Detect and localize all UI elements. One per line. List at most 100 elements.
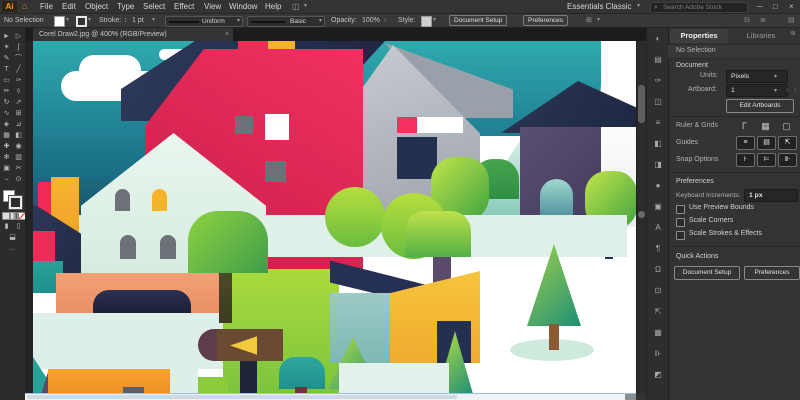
glyphs-panel-icon[interactable]: Ω xyxy=(647,265,669,274)
horizontal-scrollbar[interactable] xyxy=(25,393,636,400)
artboards-panel-icon[interactable]: ▦ xyxy=(647,328,669,337)
scale-corners-checkbox[interactable] xyxy=(676,218,685,227)
workspace-switcher-icon[interactable]: ◫ xyxy=(292,0,300,13)
panel-menu-icon[interactable]: ≣ xyxy=(790,29,796,37)
close-button[interactable]: × xyxy=(789,0,794,13)
graphic-styles-panel-icon[interactable]: ▣ xyxy=(647,202,669,211)
color-mode-button[interactable] xyxy=(2,212,10,220)
brush-dropdown[interactable]: Basic ▾ xyxy=(247,16,325,27)
prev-artboard-icon[interactable]: ‹ xyxy=(786,85,789,94)
column-graph-tool-icon[interactable]: ▥ xyxy=(13,153,24,163)
shape-builder-tool-icon[interactable]: ◈ xyxy=(1,120,12,130)
preferences-button[interactable]: Preferences xyxy=(523,15,568,26)
qa-preferences-button[interactable]: Preferences xyxy=(744,266,800,280)
align-panel-icon[interactable]: ⊪ xyxy=(647,349,669,358)
style-swatch[interactable] xyxy=(421,16,432,27)
rectangle-tool-icon[interactable]: ▭ xyxy=(1,76,12,86)
character-panel-icon[interactable]: A xyxy=(647,223,669,232)
menu-type[interactable]: Type xyxy=(117,0,134,13)
angle-right-icon[interactable]: › xyxy=(384,14,386,27)
hand-tool-icon[interactable]: ⌣ xyxy=(1,175,12,185)
width-tool-icon[interactable]: ∿ xyxy=(1,109,12,119)
menu-view[interactable]: View xyxy=(204,0,221,13)
chevron-down-icon[interactable]: ▾ xyxy=(597,14,600,27)
stroke-color-proxy[interactable] xyxy=(9,196,22,209)
show-grid-icon[interactable]: ▦ xyxy=(757,120,774,132)
snap-guides-icon[interactable]: ⇱ xyxy=(778,136,797,150)
scale-tool-icon[interactable]: ⇗ xyxy=(13,98,24,108)
stroke-panel-icon[interactable]: ≡ xyxy=(647,118,669,127)
selection-tool-icon[interactable]: ► xyxy=(1,32,12,42)
artboard-select[interactable]: 1 xyxy=(726,84,788,97)
slice-tool-icon[interactable]: ✂ xyxy=(13,164,24,174)
docking-icon[interactable]: ▤ xyxy=(788,14,795,27)
color-panel-icon[interactable]: ◐ xyxy=(647,34,669,43)
search-input[interactable]: ⌕ Search Adobe Stock xyxy=(650,2,748,13)
qa-document-setup-button[interactable]: Document Setup xyxy=(674,266,740,280)
tab-close-icon[interactable]: × xyxy=(225,28,229,41)
snap-to-grid-icon[interactable]: ▢ xyxy=(778,120,795,132)
arrange-icon[interactable]: ⊞ xyxy=(586,14,592,27)
touch-workspace-icon[interactable]: ⊟ xyxy=(744,14,750,27)
keyboard-increments-input[interactable]: 1 px xyxy=(744,189,798,202)
symbol-sprayer-tool-icon[interactable]: ✻ xyxy=(1,153,12,163)
pen-tool-icon[interactable]: ✎ xyxy=(1,54,12,64)
menu-help[interactable]: Help xyxy=(265,0,281,13)
zoom-tool-icon[interactable]: ⊙ xyxy=(13,175,24,185)
brushes-panel-icon[interactable]: ✑ xyxy=(647,76,669,85)
use-preview-bounds-checkbox[interactable] xyxy=(676,205,685,214)
lasso-tool-icon[interactable]: ʃ xyxy=(13,43,24,53)
menu-file[interactable]: File xyxy=(40,0,53,13)
eyedropper-tool-icon[interactable]: ✚ xyxy=(1,142,12,152)
chevron-down-icon[interactable]: ▾ xyxy=(152,14,155,27)
chevron-down-icon[interactable]: ▾ xyxy=(433,14,436,27)
tab-libraries[interactable]: Libraries xyxy=(736,29,786,43)
show-rulers-icon[interactable]: Γ xyxy=(736,120,753,132)
gradient-tool-icon[interactable]: ◧ xyxy=(13,131,24,141)
asset-export-panel-icon[interactable]: ⇱ xyxy=(647,307,669,316)
paragraph-panel-icon[interactable]: ¶ xyxy=(647,244,669,253)
pencil-tool-icon[interactable]: ✏ xyxy=(1,87,12,97)
minimize-button[interactable]: ─ xyxy=(757,0,763,13)
menu-edit[interactable]: Edit xyxy=(62,0,76,13)
snap-to-pixel-icon[interactable]: ⊦ xyxy=(736,153,755,167)
menu-object[interactable]: Object xyxy=(85,0,108,13)
panel-menu-icon[interactable]: ≣ xyxy=(760,14,766,27)
mesh-tool-icon[interactable]: ▦ xyxy=(1,131,12,141)
maximize-button[interactable]: □ xyxy=(773,0,778,13)
magic-wand-tool-icon[interactable]: ✶ xyxy=(1,43,12,53)
snap-to-point-icon[interactable]: ⊨ xyxy=(757,153,776,167)
menu-select[interactable]: Select xyxy=(143,0,165,13)
tab-properties[interactable]: Properties xyxy=(670,29,728,43)
stroke-weight-value[interactable]: 1 pt xyxy=(132,14,144,27)
appearance-panel-icon[interactable]: ● xyxy=(647,181,669,190)
blend-tool-icon[interactable]: ◉ xyxy=(13,142,24,152)
document-tab[interactable]: Corel Draw2.jpg @ 400% (RGB/Preview) × xyxy=(33,28,233,41)
opacity-value[interactable]: 100% xyxy=(362,14,380,27)
free-transform-tool-icon[interactable]: ⊞ xyxy=(13,109,24,119)
stroke-swatch[interactable] xyxy=(76,16,87,27)
horizontal-scrollbar-thumb[interactable] xyxy=(27,395,457,399)
snap-to-glyph-icon[interactable]: ⊪ xyxy=(778,153,797,167)
eraser-tool-icon[interactable]: ◊ xyxy=(13,87,24,97)
stepper-icon[interactable]: ↕ xyxy=(124,14,128,27)
show-guides-icon[interactable]: ≡ xyxy=(736,136,755,150)
home-icon[interactable]: ⌂ xyxy=(22,0,27,13)
draw-normal-icon[interactable]: ▮ xyxy=(1,222,12,232)
perspective-grid-tool-icon[interactable]: ⊿ xyxy=(13,120,24,130)
scale-strokes-effects-checkbox[interactable] xyxy=(676,231,685,240)
chevron-down-icon[interactable]: ▾ xyxy=(88,14,91,27)
chevron-down-icon[interactable]: ▾ xyxy=(66,14,69,27)
edit-artboards-button[interactable]: Edit Artboards xyxy=(726,99,794,113)
gradient-panel-icon[interactable]: ◧ xyxy=(647,139,669,148)
next-artboard-icon[interactable]: › xyxy=(794,85,797,94)
scrollbar-button[interactable] xyxy=(638,211,645,218)
units-select[interactable]: Pixels xyxy=(726,70,788,83)
fill-swatch[interactable] xyxy=(54,16,65,27)
menu-effect[interactable]: Effect xyxy=(174,0,194,13)
screen-mode-icon[interactable]: ⬓ xyxy=(7,233,18,243)
transparency-panel-icon[interactable]: ◨ xyxy=(647,160,669,169)
workspace-name[interactable]: Essentials Classic xyxy=(567,0,631,13)
direct-selection-tool-icon[interactable]: ▷ xyxy=(13,32,24,42)
artwork-canvas[interactable] xyxy=(33,41,636,393)
